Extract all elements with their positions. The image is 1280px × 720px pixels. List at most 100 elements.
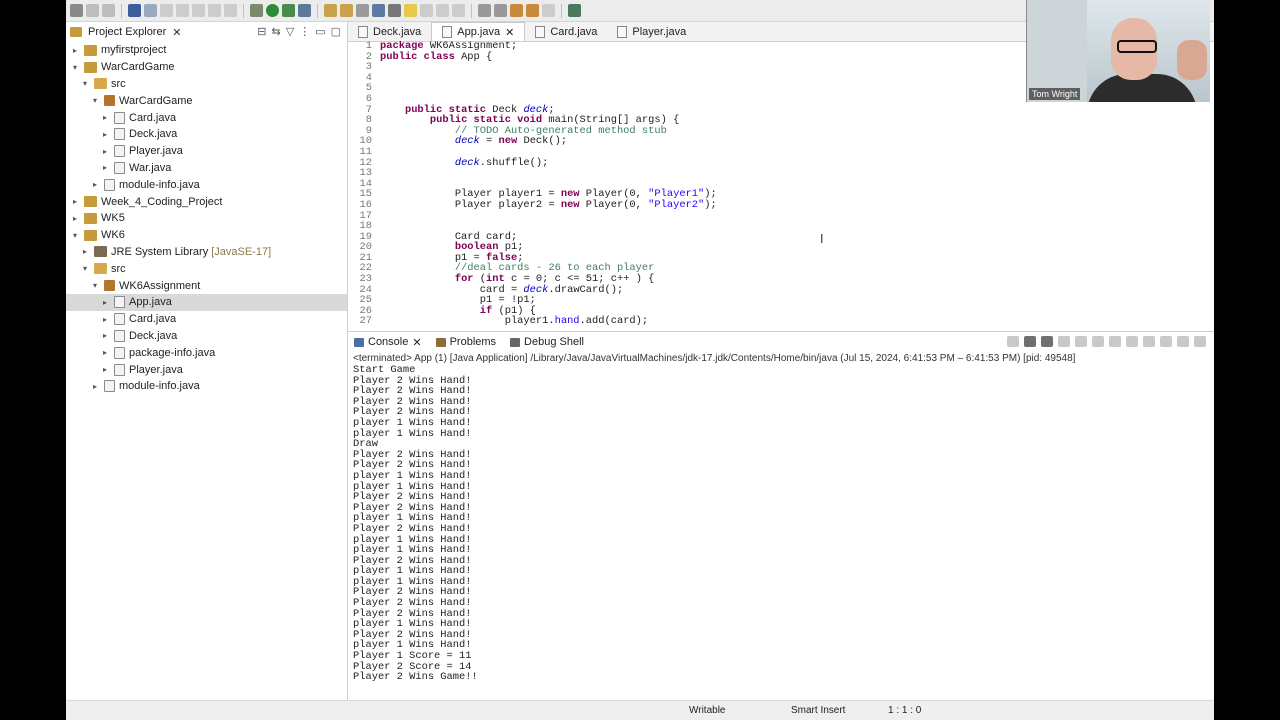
chevron-right-icon[interactable]: ▸ bbox=[70, 197, 80, 206]
filter-icon[interactable]: ▽ bbox=[286, 25, 294, 38]
tree-item[interactable]: ▸ myfirstproject bbox=[66, 42, 347, 59]
chevron-right-icon[interactable]: ▸ bbox=[100, 147, 110, 156]
editor-tab[interactable]: Card.java bbox=[525, 23, 607, 41]
chevron-right-icon[interactable]: ▸ bbox=[100, 365, 110, 374]
maximize-icon[interactable]: ▢ bbox=[331, 25, 341, 38]
show-on-output-icon[interactable] bbox=[1109, 336, 1121, 347]
editor-tab[interactable]: Player.java bbox=[607, 23, 696, 41]
tree-item[interactable]: ▸ module-info.java bbox=[66, 378, 347, 395]
run-icon[interactable] bbox=[266, 4, 279, 17]
search-icon[interactable] bbox=[372, 4, 385, 17]
chevron-down-icon[interactable]: ▾ bbox=[70, 63, 80, 72]
tree-item[interactable]: ▸ Deck.java bbox=[66, 126, 347, 143]
coverage-icon[interactable] bbox=[282, 4, 295, 17]
chevron-right-icon[interactable]: ▸ bbox=[100, 298, 110, 307]
tree-item[interactable]: ▾ src bbox=[66, 76, 347, 93]
tree-item[interactable]: ▸ Player.java bbox=[66, 361, 347, 378]
forward-icon[interactable] bbox=[542, 4, 555, 17]
highlight-icon[interactable] bbox=[404, 4, 417, 17]
tree-item[interactable]: ▸ Card.java bbox=[66, 109, 347, 126]
toggle-mark-icon[interactable] bbox=[388, 4, 401, 17]
word-wrap-icon[interactable] bbox=[1092, 336, 1104, 347]
link-editor-icon[interactable]: ⇆ bbox=[272, 25, 281, 38]
tree-item[interactable]: ▾ src bbox=[66, 260, 347, 277]
close-icon[interactable]: ✕ bbox=[172, 26, 181, 39]
chevron-right-icon[interactable]: ▸ bbox=[100, 130, 110, 139]
stop-icon[interactable] bbox=[192, 4, 205, 17]
save-all-icon[interactable] bbox=[102, 4, 115, 17]
chevron-down-icon[interactable]: ▾ bbox=[80, 264, 90, 273]
next-annotation-icon[interactable] bbox=[478, 4, 491, 17]
console-output[interactable]: Start Game Player 2 Wins Hand! Player 2 Wi… bbox=[348, 365, 1214, 683]
tree-item[interactable]: ▸ module-info.java bbox=[66, 176, 347, 193]
debug-icon[interactable] bbox=[250, 4, 263, 17]
word-wrap-icon[interactable] bbox=[420, 4, 433, 17]
chevron-down-icon[interactable]: ▾ bbox=[90, 96, 100, 105]
chevron-right-icon[interactable]: ▸ bbox=[100, 348, 110, 357]
open-console-icon[interactable] bbox=[1160, 336, 1172, 347]
step-into-icon[interactable] bbox=[208, 4, 221, 17]
close-icon[interactable]: ✕ bbox=[412, 336, 421, 349]
tree-item[interactable]: ▸ War.java bbox=[66, 160, 347, 177]
last-edit-icon[interactable] bbox=[510, 4, 523, 17]
pin-console-icon[interactable] bbox=[1126, 336, 1138, 347]
editor-tab[interactable]: Deck.java bbox=[348, 23, 431, 41]
editor-tab[interactable]: App.java ✕ bbox=[431, 22, 526, 41]
step-over-icon[interactable] bbox=[224, 4, 237, 17]
minimize-icon[interactable]: ▭ bbox=[315, 25, 325, 38]
new-package-icon[interactable] bbox=[324, 4, 337, 17]
tree-item[interactable]: ▾ WarCardGame bbox=[66, 92, 347, 109]
tree-item[interactable]: ▸ package-info.java bbox=[66, 344, 347, 361]
back-icon[interactable] bbox=[526, 4, 539, 17]
new-icon[interactable] bbox=[70, 4, 83, 17]
new-class-icon[interactable] bbox=[340, 4, 353, 17]
save-icon[interactable] bbox=[86, 4, 99, 17]
chevron-right-icon[interactable]: ▸ bbox=[100, 315, 110, 324]
tree-item[interactable]: ▸ App.java bbox=[66, 293, 347, 311]
chevron-right-icon[interactable]: ▸ bbox=[70, 46, 80, 55]
block-selection-icon[interactable] bbox=[436, 4, 449, 17]
skip-breakpoints-icon[interactable] bbox=[144, 4, 157, 17]
console-tab[interactable]: Debug Shell bbox=[510, 336, 584, 348]
project-explorer-title[interactable]: Project Explorer bbox=[88, 26, 166, 38]
tree-item[interactable]: ▾ WarCardGame bbox=[66, 59, 347, 76]
clear-console-icon[interactable] bbox=[1058, 336, 1070, 347]
chevron-right-icon[interactable]: ▸ bbox=[100, 163, 110, 172]
prev-annotation-icon[interactable] bbox=[494, 4, 507, 17]
scroll-lock-icon[interactable] bbox=[1075, 336, 1087, 347]
console-tab[interactable]: Console ✕ bbox=[354, 336, 422, 349]
chevron-right-icon[interactable]: ▸ bbox=[90, 382, 100, 391]
chevron-right-icon[interactable]: ▸ bbox=[100, 113, 110, 122]
collapse-all-icon[interactable]: ⊟ bbox=[257, 25, 266, 38]
chevron-right-icon[interactable]: ▸ bbox=[100, 331, 110, 340]
tree-item[interactable]: ▸ Card.java bbox=[66, 311, 347, 328]
tree-item[interactable]: ▸ Week_4_Coding_Project bbox=[66, 193, 347, 210]
chevron-right-icon[interactable]: ▸ bbox=[90, 180, 100, 189]
remove-all-launches-icon[interactable] bbox=[1041, 336, 1053, 347]
console-tab[interactable]: Problems bbox=[435, 336, 496, 348]
pin-editor-icon[interactable] bbox=[568, 4, 581, 17]
tree-item[interactable]: ▸ Deck.java bbox=[66, 328, 347, 345]
terminate-icon[interactable] bbox=[1007, 336, 1019, 347]
maximize-icon[interactable] bbox=[1194, 336, 1206, 347]
show-whitespace-icon[interactable] bbox=[452, 4, 465, 17]
close-icon[interactable]: ✕ bbox=[505, 26, 514, 39]
resume-icon[interactable] bbox=[160, 4, 173, 17]
tree-item[interactable]: ▸ Player.java bbox=[66, 143, 347, 160]
display-console-icon[interactable] bbox=[1143, 336, 1155, 347]
chevron-down-icon[interactable]: ▾ bbox=[80, 79, 90, 88]
chevron-down-icon[interactable]: ▾ bbox=[90, 281, 100, 290]
tree-item[interactable]: ▾ WK6 bbox=[66, 227, 347, 244]
tree-item[interactable]: ▸ WK5 bbox=[66, 210, 347, 227]
external-tools-icon[interactable] bbox=[298, 4, 311, 17]
minimize-icon[interactable] bbox=[1177, 336, 1189, 347]
terminal-icon[interactable] bbox=[128, 4, 141, 17]
remove-launch-icon[interactable] bbox=[1024, 336, 1036, 347]
open-type-icon[interactable] bbox=[356, 4, 369, 17]
chevron-right-icon[interactable]: ▸ bbox=[80, 247, 90, 256]
tree-item[interactable]: ▸ JRE System Library [JavaSE-17] bbox=[66, 244, 347, 261]
chevron-down-icon[interactable]: ▾ bbox=[70, 231, 80, 240]
tree-item[interactable]: ▾ WK6Assignment bbox=[66, 277, 347, 294]
suspend-icon[interactable] bbox=[176, 4, 189, 17]
chevron-right-icon[interactable]: ▸ bbox=[70, 214, 80, 223]
